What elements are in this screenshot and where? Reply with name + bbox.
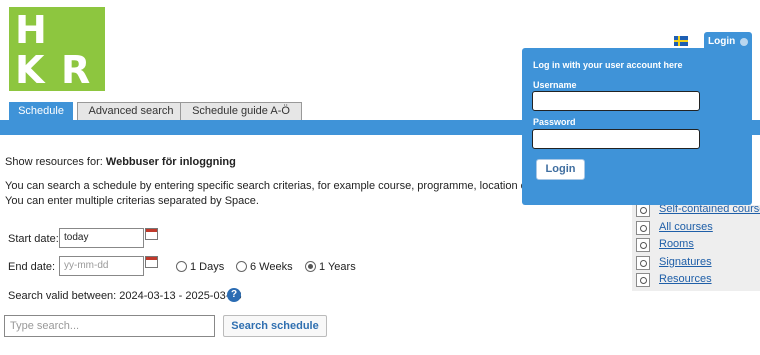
search-input[interactable]: Type search...	[4, 315, 215, 337]
help-icon[interactable]: ?	[227, 288, 241, 302]
tab-schedule-guide[interactable]: Schedule guide A-Ö	[180, 102, 302, 120]
password-label: Password	[533, 117, 576, 127]
end-date-field[interactable]: yy-mm-dd	[59, 256, 144, 276]
search-valid-line: Search valid between: 2024-03-13 - 2025-…	[8, 290, 242, 302]
magnifier-doc-icon	[636, 273, 650, 287]
login-button[interactable]: Login	[536, 159, 585, 180]
intro-text-2: You can enter multiple criterias separat…	[5, 195, 259, 207]
sidebar-item-label: All courses	[659, 221, 713, 233]
end-date-label: End date:	[8, 261, 56, 273]
radio-6-weeks-label: 6 Weeks	[250, 261, 293, 273]
login-panel: Log in with your user account here Usern…	[522, 48, 752, 205]
intro-text-1: You can search a schedule by entering sp…	[5, 180, 573, 192]
username-field[interactable]	[532, 91, 700, 111]
sidebar-item-label: Rooms	[659, 238, 694, 250]
radio-1-years[interactable]	[305, 261, 316, 272]
magnifier-doc-icon	[636, 203, 650, 217]
logo-letter-r: R	[61, 48, 91, 92]
search-valid-range: 2024-03-13 - 2025-03-13	[119, 290, 242, 302]
show-resources-line: Show resources for: Webbuser för inloggn…	[5, 156, 236, 168]
sidebar-item-self-contained-courses[interactable]: Self-contained courses	[636, 203, 760, 218]
sidebar-item-rooms[interactable]: Rooms	[636, 238, 760, 253]
username-label: Username	[533, 80, 577, 90]
logo-letter-k: K	[15, 48, 45, 92]
search-valid-prefix: Search valid between:	[8, 290, 117, 302]
start-date-label: Start date:	[8, 233, 59, 245]
tab-advanced-search[interactable]: Advanced search	[77, 102, 185, 120]
sidebar-item-signatures[interactable]: Signatures	[636, 256, 760, 271]
flag-sweden-icon[interactable]	[674, 36, 688, 46]
hkr-logo[interactable]: H K R	[9, 7, 105, 91]
magnifier-doc-icon	[636, 238, 650, 252]
calendar-icon[interactable]	[145, 256, 158, 268]
show-resources-user: Webbuser för inloggning	[105, 156, 236, 168]
calendar-icon[interactable]	[145, 228, 158, 240]
radio-1-days-label: 1 Days	[190, 261, 225, 273]
sidebar-item-resources[interactable]: Resources	[636, 273, 760, 288]
radio-6-weeks[interactable]	[236, 261, 247, 272]
start-date-field[interactable]: today	[59, 228, 144, 248]
login-panel-header: Log in with your user account here	[533, 60, 683, 70]
sidebar: Self-contained courses All courses Rooms…	[632, 203, 760, 291]
sidebar-item-label: Resources	[659, 273, 712, 285]
magnifier-doc-icon	[636, 256, 650, 270]
sidebar-item-label: Signatures	[659, 256, 712, 268]
tab-schedule[interactable]: Schedule	[9, 102, 73, 120]
login-toggle-label: Login	[708, 36, 736, 47]
radio-1-days[interactable]	[176, 261, 187, 272]
password-field[interactable]	[532, 129, 700, 149]
sidebar-item-all-courses[interactable]: All courses	[636, 221, 760, 236]
chevron-down-icon	[740, 38, 748, 46]
search-schedule-button[interactable]: Search schedule	[223, 315, 327, 337]
show-resources-prefix: Show resources for:	[5, 156, 103, 168]
magnifier-doc-icon	[636, 221, 650, 235]
logo-letter-h: H	[15, 8, 47, 52]
radio-1-years-label: 1 Years	[319, 261, 356, 273]
